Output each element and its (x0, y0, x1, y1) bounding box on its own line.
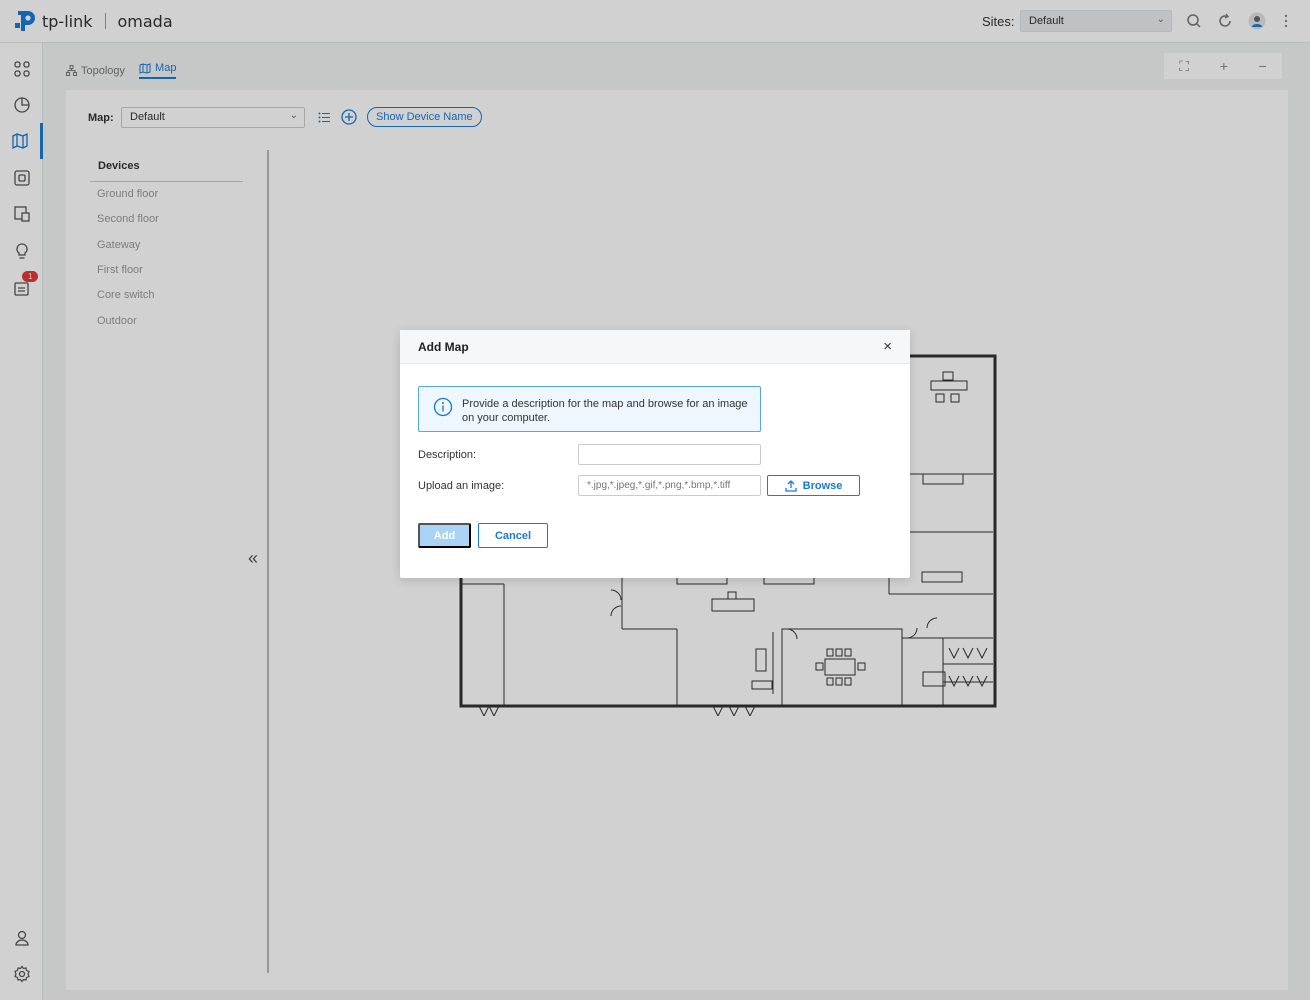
browse-label: Browse (802, 479, 843, 492)
close-icon[interactable]: × (883, 338, 892, 355)
add-map-dialog: Add Map × Provide a description for the … (400, 330, 910, 578)
info-icon (433, 397, 453, 420)
dialog-title: Add Map (418, 340, 469, 354)
browse-button[interactable]: Browse (767, 475, 860, 496)
description-input[interactable] (578, 444, 761, 465)
description-label: Description: (418, 449, 477, 461)
upload-image-label: Upload an image: (418, 480, 505, 492)
add-button[interactable]: Add (418, 523, 471, 548)
upload-icon (784, 479, 797, 492)
dialog-header: Add Map × (400, 330, 910, 364)
info-banner: Provide a description for the map and br… (418, 386, 761, 432)
upload-image-input[interactable] (578, 475, 761, 496)
info-text: Provide a description for the map and br… (462, 398, 748, 424)
cancel-button[interactable]: Cancel (478, 523, 548, 548)
